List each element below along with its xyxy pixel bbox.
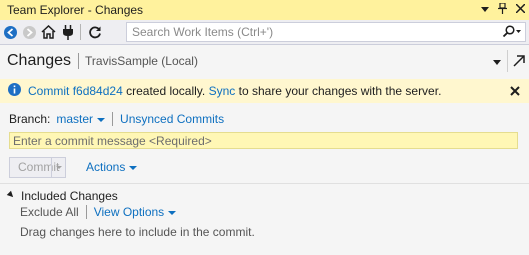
view-options-chevron-down-icon — [168, 210, 177, 215]
popout-icon[interactable] — [507, 50, 529, 72]
info-icon — [8, 83, 21, 99]
search-icon[interactable] — [502, 25, 522, 38]
branch-row: Branch: master Unsynced Commits — [9, 111, 224, 127]
window-controls — [481, 0, 526, 20]
back-icon[interactable] — [2, 24, 19, 41]
search-work-items-input[interactable] — [127, 23, 487, 41]
toolbar — [0, 20, 529, 45]
commit-button[interactable]: Commit — [9, 156, 66, 178]
header-actions — [493, 50, 529, 72]
branch-separator — [112, 112, 114, 126]
page-title: Changes — [7, 52, 72, 69]
included-separator — [85, 205, 87, 219]
info-message-middle: created locally. — [126, 84, 206, 98]
actions-chevron-down-icon — [129, 165, 138, 170]
home-icon[interactable] — [40, 24, 57, 41]
commit-link-prefix: Commit — [28, 84, 70, 98]
actions-menu[interactable]: Actions — [86, 160, 138, 174]
commit-options-chevron-down-icon[interactable] — [51, 157, 65, 177]
commit-id: f6d84d24 — [72, 84, 123, 98]
branch-chevron-down-icon — [97, 117, 106, 122]
included-changes-hint: Drag changes here to include in the comm… — [20, 225, 255, 239]
view-options-menu[interactable]: View Options — [93, 205, 177, 219]
actions-label: Actions — [86, 160, 126, 174]
dismiss-info-icon[interactable] — [510, 83, 520, 99]
page-dropdown-icon[interactable] — [493, 54, 501, 68]
section-divider — [0, 183, 529, 184]
collapse-triangle-icon[interactable] — [6, 190, 16, 200]
unsynced-commits-link[interactable]: Unsynced Commits — [120, 112, 224, 126]
info-message: Commit f6d84d24 created locally. Sync to… — [28, 84, 441, 98]
window-title-bar: Team Explorer - Changes — [0, 0, 529, 20]
commit-link[interactable]: Commit f6d84d24 — [28, 84, 123, 98]
branch-dropdown[interactable]: master — [56, 112, 106, 126]
branch-value: master — [56, 112, 94, 126]
included-changes-header[interactable]: Included Changes — [6, 188, 118, 204]
commit-message-input[interactable] — [9, 132, 518, 149]
close-icon[interactable] — [515, 3, 526, 16]
toolbar-separator — [80, 24, 81, 40]
header-separator — [78, 53, 80, 69]
window-title: Team Explorer - Changes — [7, 3, 144, 17]
branch-label: Branch: — [9, 112, 51, 126]
view-options-label: View Options — [93, 205, 165, 219]
sync-link[interactable]: Sync — [209, 84, 236, 98]
info-message-suffix: to share your changes with the server. — [238, 84, 442, 98]
search-box — [126, 22, 526, 42]
included-changes-title: Included Changes — [21, 189, 118, 203]
included-changes-actions: Exclude All View Options — [20, 204, 177, 220]
info-bar: Commit f6d84d24 created locally. Sync to… — [0, 79, 529, 103]
page-header: Changes TravisSample (Local) — [0, 46, 529, 76]
connect-icon[interactable] — [59, 24, 76, 41]
commit-row: Commit Actions — [9, 156, 138, 178]
exclude-all-link[interactable]: Exclude All — [20, 205, 79, 219]
forward-icon[interactable] — [21, 24, 38, 41]
dropdown-arrow-icon[interactable] — [481, 5, 489, 16]
refresh-icon[interactable] — [86, 24, 103, 41]
repository-name: TravisSample (Local) — [85, 54, 198, 68]
pin-icon[interactable] — [498, 2, 507, 17]
